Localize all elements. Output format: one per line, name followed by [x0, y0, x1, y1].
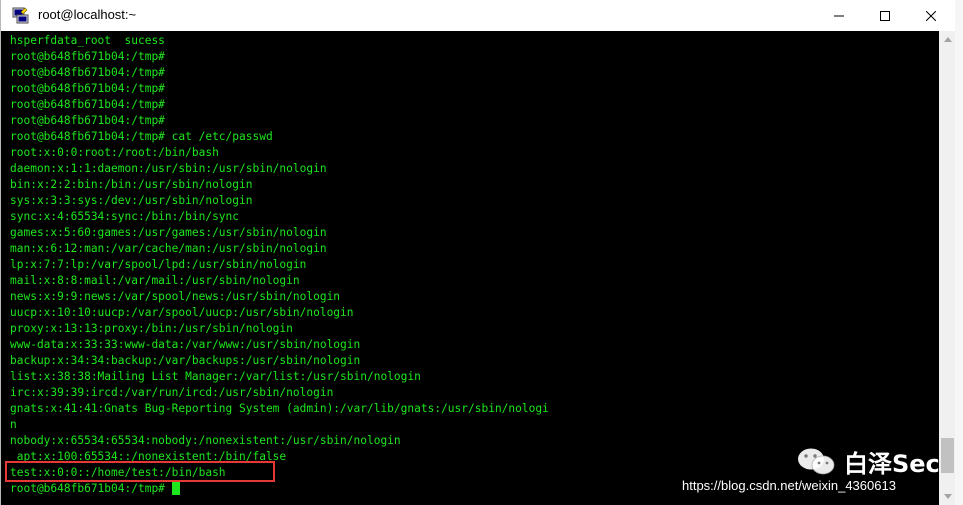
terminal-line: news:x:9:9:news:/var/spool/news:/usr/sbi… — [10, 290, 341, 303]
terminal-line: root@b648fb671b04:/tmp# cat /etc/passwd — [10, 130, 273, 143]
terminal-line: root:x:0:0:root:/root:/bin/bash — [10, 146, 219, 159]
terminal-line: hsperfdata_root sucess — [10, 34, 165, 47]
watermark: 白泽Sec — [796, 444, 940, 479]
terminal-line: uucp:x:10:10:uucp:/var/spool/uucp:/usr/s… — [10, 306, 354, 319]
terminal-line: sys:x:3:3:sys:/dev:/usr/sbin/nologin — [10, 194, 253, 207]
background-page-edge — [955, 0, 963, 505]
highlight-box — [5, 461, 275, 482]
watermark-url: https://blog.csdn.net/weixin_4360613 — [682, 478, 896, 493]
title-bar[interactable]: root@localhost:~ — [1, 0, 956, 31]
terminal-line: nobody:x:65534:65534:nobody:/nonexistent… — [10, 434, 401, 447]
terminal-line: man:x:6:12:man:/var/cache/man:/usr/sbin/… — [10, 242, 327, 255]
maximize-icon — [880, 10, 890, 21]
terminal-line: daemon:x:1:1:daemon:/usr/sbin:/usr/sbin/… — [10, 162, 327, 175]
scroll-up-button[interactable] — [939, 31, 956, 48]
wechat-icon — [798, 448, 835, 474]
terminal-line: root@b648fb671b04:/tmp# — [10, 98, 165, 111]
close-icon — [926, 10, 936, 21]
terminal-line: backup:x:34:34:backup:/var/backups:/usr/… — [10, 354, 361, 367]
close-button[interactable] — [908, 0, 954, 31]
prompt-line[interactable]: root@b648fb671b04:/tmp# — [10, 481, 549, 497]
scroll-down-button[interactable] — [939, 488, 956, 505]
putty-icon — [12, 7, 29, 24]
terminal-output[interactable]: hsperfdata_root sucess root@b648fb671b04… — [1, 31, 939, 505]
minimize-button[interactable] — [816, 0, 862, 31]
terminal-line: root@b648fb671b04:/tmp# — [10, 66, 165, 79]
chevron-down-icon — [943, 494, 952, 499]
window-title: root@localhost:~ — [38, 7, 137, 22]
terminal-line: bin:x:2:2:bin:/bin:/usr/sbin/nologin — [10, 178, 253, 191]
terminal-line: sync:x:4:65534:sync:/bin:/bin/sync — [10, 210, 240, 223]
chevron-up-icon — [943, 37, 952, 42]
watermark-brand: 白泽Sec — [844, 450, 940, 478]
prompt-text: root@b648fb671b04:/tmp# — [10, 482, 172, 495]
vertical-scrollbar[interactable] — [939, 31, 956, 505]
text-cursor — [171, 481, 180, 495]
terminal-line: root@b648fb671b04:/tmp# — [10, 82, 165, 95]
minimize-icon — [834, 15, 844, 16]
maximize-button[interactable] — [862, 0, 908, 31]
terminal-lines: hsperfdata_root sucess root@b648fb671b04… — [10, 33, 549, 497]
terminal-line: mail:x:8:8:mail:/var/mail:/usr/sbin/nolo… — [10, 274, 300, 287]
terminal-line: proxy:x:13:13:proxy:/bin:/usr/sbin/nolog… — [10, 322, 293, 335]
terminal-line: games:x:5:60:games:/usr/games:/usr/sbin/… — [10, 226, 327, 239]
terminal-line: gnats:x:41:41:Gnats Bug-Reporting System… — [10, 402, 549, 415]
terminal-line: list:x:38:38:Mailing List Manager:/var/l… — [10, 370, 421, 383]
terminal-line: root@b648fb671b04:/tmp# — [10, 50, 165, 63]
terminal-line: www-data:x:33:33:www-data:/var/www:/usr/… — [10, 338, 361, 351]
terminal-line: root@b648fb671b04:/tmp# — [10, 114, 165, 127]
terminal-line: n — [10, 418, 17, 431]
scroll-thumb[interactable] — [941, 438, 954, 473]
terminal-window: root@localhost:~ hsperfdata_root sucess … — [0, 0, 957, 505]
terminal-line: lp:x:7:7:lp:/var/spool/lpd:/usr/sbin/nol… — [10, 258, 307, 271]
terminal-line: irc:x:39:39:ircd:/var/run/ircd:/usr/sbin… — [10, 386, 334, 399]
